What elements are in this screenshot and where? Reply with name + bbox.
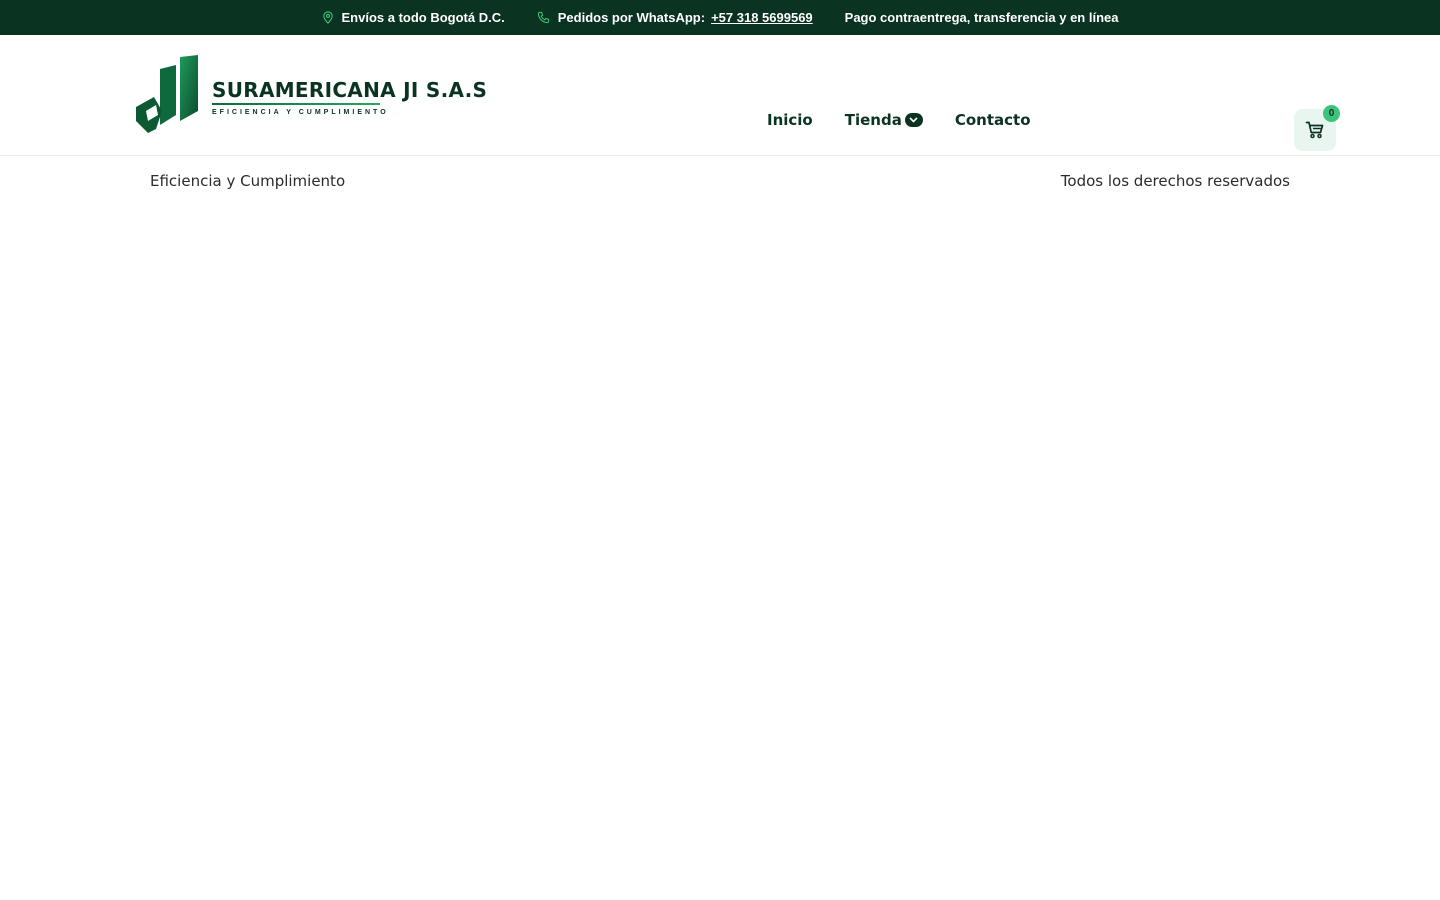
whatsapp-number-link[interactable]: +57 318 5699569 — [711, 10, 813, 25]
cart-button[interactable]: 0 — [1294, 105, 1340, 151]
logo-mark-icon — [136, 55, 198, 133]
footer-bar: Eficiencia y Cumplimiento Todos los dere… — [150, 172, 1290, 190]
nav-item-contacto[interactable]: Contacto — [955, 111, 1031, 129]
shipping-info: Envíos a todo Bogotá D.C. — [322, 10, 505, 25]
location-pin-icon — [322, 11, 333, 24]
cart-count-badge: 0 — [1323, 105, 1340, 122]
footer-right-text: Todos los derechos reservados — [1060, 172, 1290, 190]
nav-item-label: Tienda — [844, 111, 902, 129]
footer-left-text: Eficiencia y Cumplimiento — [150, 172, 346, 190]
whatsapp-info: Pedidos por WhatsApp: +57 318 5699569 — [537, 10, 813, 25]
whatsapp-label: Pedidos por WhatsApp: — [557, 10, 706, 25]
nav-item-tienda[interactable]: Tienda — [845, 111, 923, 129]
payment-info: Pago contraentrega, transferencia y en l… — [845, 10, 1119, 25]
shipping-text: Envíos a todo Bogotá D.C. — [341, 10, 505, 25]
nav-item-label: Inicio — [767, 111, 813, 129]
shopping-cart-icon — [1305, 121, 1324, 139]
nav-item-inicio[interactable]: Inicio — [767, 111, 813, 129]
logo-text: SURAMERICANA JI S.A.S EFICIENCIA Y CUMPL… — [212, 78, 487, 116]
brand-tagline: EFICIENCIA Y CUMPLIMIENTO — [212, 109, 389, 116]
logo-underline — [212, 103, 380, 105]
phone-icon — [537, 11, 549, 24]
nav-item-label: Contacto — [954, 111, 1031, 129]
main-nav: Inicio Tienda Contacto — [767, 111, 1031, 129]
chevron-down-icon[interactable] — [904, 113, 923, 127]
brand-name: SURAMERICANA JI S.A.S — [212, 78, 488, 102]
site-header: SURAMERICANA JI S.A.S EFICIENCIA Y CUMPL… — [0, 35, 1440, 156]
logo[interactable]: SURAMERICANA JI S.A.S EFICIENCIA Y CUMPL… — [136, 55, 487, 133]
announcement-bar: Envíos a todo Bogotá D.C. Pedidos por Wh… — [0, 0, 1440, 35]
payment-text: Pago contraentrega, transferencia y en l… — [844, 10, 1119, 25]
